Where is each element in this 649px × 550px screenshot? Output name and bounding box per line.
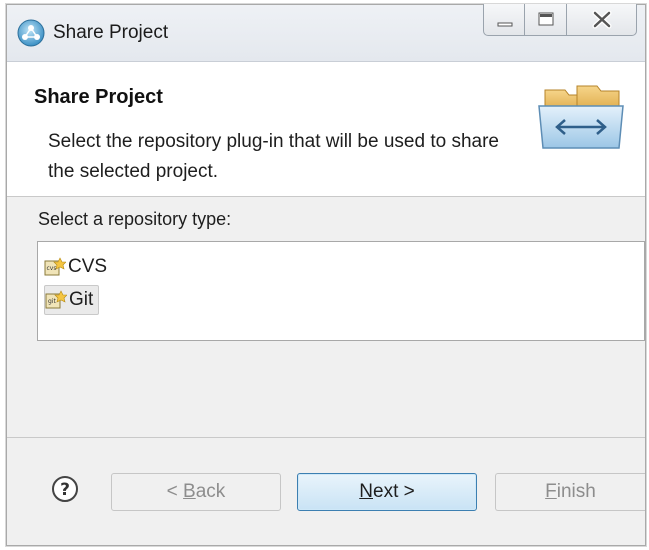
back-button-mnemonic: B: [183, 481, 196, 502]
repository-type-label: Select a repository type:: [38, 209, 232, 229]
help-icon[interactable]: ?: [51, 475, 79, 503]
footer-divider: [7, 437, 645, 438]
cvs-repository-icon: cvs: [44, 257, 66, 276]
page-description: Select the repository plug-in that will …: [48, 131, 499, 182]
finish-button[interactable]: Finish: [495, 473, 645, 511]
window-title: Share Project: [53, 22, 169, 43]
close-icon: [592, 10, 612, 29]
repository-type-list[interactable]: cvs CVS git Git: [37, 241, 645, 341]
folders-exchange-icon: [538, 85, 624, 149]
repository-item-git[interactable]: git Git: [44, 285, 100, 315]
maximize-button[interactable]: [525, 4, 567, 36]
page-title: Share Project: [34, 86, 163, 108]
svg-text:git: git: [48, 298, 56, 305]
maximize-icon: [538, 12, 554, 26]
next-button-mnemonic: N: [359, 481, 373, 502]
repository-label-cvs: CVS: [68, 256, 108, 277]
eclipse-share-icon: [17, 19, 45, 47]
finish-button-suffix: inish: [556, 481, 596, 502]
window-controls: [483, 4, 637, 36]
share-project-dialog: Share Project Share Project Select the r…: [6, 4, 646, 546]
back-button-prefix: <: [166, 481, 184, 502]
git-repository-icon: git: [45, 290, 67, 309]
repository-item-cvs[interactable]: cvs CVS: [44, 252, 112, 282]
finish-button-mnemonic: F: [545, 481, 557, 502]
next-button[interactable]: Next >: [297, 473, 477, 511]
back-button[interactable]: < Back: [111, 473, 281, 511]
repository-label-git: Git: [69, 289, 94, 310]
close-button[interactable]: [567, 4, 637, 36]
back-button-suffix: ack: [195, 481, 226, 502]
minimize-icon: [497, 22, 513, 27]
wizard-body: Select a repository type: cvs CVS git Gi…: [7, 197, 645, 439]
minimize-button[interactable]: [483, 4, 525, 36]
title-bar[interactable]: Share Project: [7, 4, 645, 62]
next-button-suffix: ext >: [373, 481, 415, 502]
svg-text:cvs: cvs: [47, 265, 57, 272]
wizard-header: Share Project Select the repository plug…: [7, 62, 645, 197]
svg-text:?: ?: [60, 480, 70, 500]
